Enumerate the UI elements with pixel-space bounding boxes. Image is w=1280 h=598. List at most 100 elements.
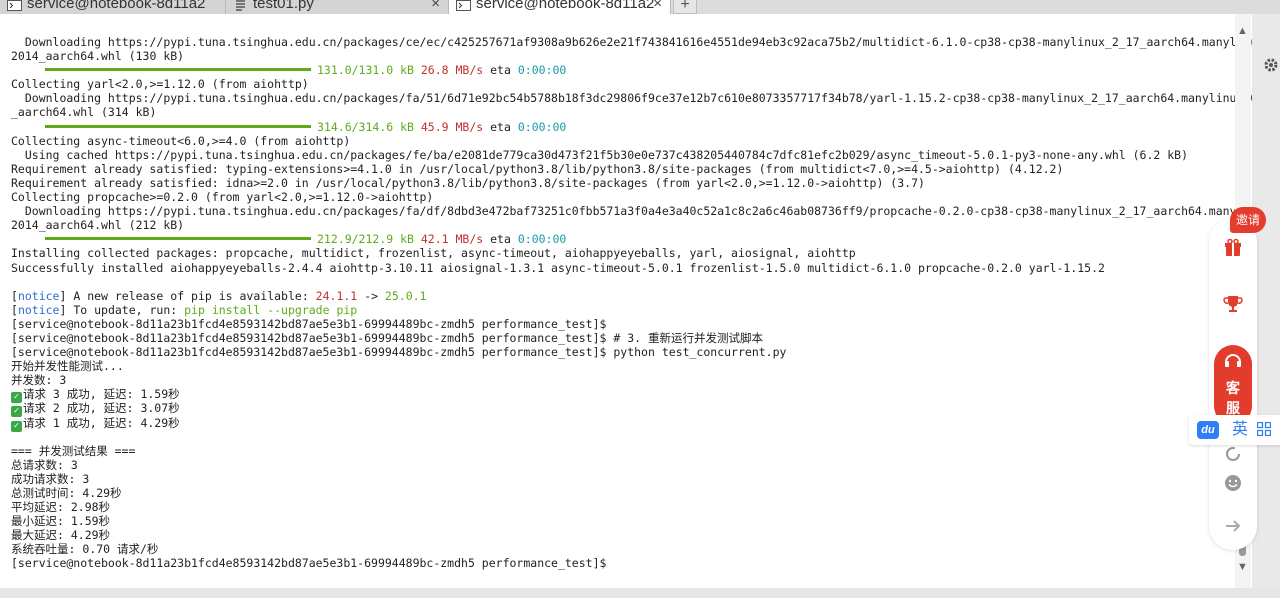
input-method-toolbar[interactable]: du 英 [1189, 415, 1280, 445]
line-text: 并发数: 3 [11, 373, 67, 388]
tab-terminal-2[interactable]: service@notebook-8d11a2 × [449, 0, 671, 14]
line-text: 系统吞吐量: 0.70 请求/秒 [11, 542, 159, 557]
progress-eta-label: eta [490, 232, 511, 247]
line-text: Successfully installed aiohappyeyeballs-… [11, 260, 1105, 275]
progress-eta-label: eta [490, 63, 511, 78]
terminal-icon [456, 0, 471, 11]
customer-service-label: 客 [1226, 380, 1240, 396]
scroll-down-icon[interactable]: ▼ [1237, 562, 1248, 573]
progress-speed: 26.8 MB/s [420, 63, 484, 78]
terminal-line: [service@notebook-8d11a23b1fcd4e8593142b… [11, 556, 1252, 570]
terminal-line: 314.6/314.6 kB 45.9 MB/s eta 0:00:00 [11, 120, 1252, 134]
terminal-line: Using cached https://pypi.tuna.tsinghua.… [11, 148, 1252, 162]
line-text: Requirement already satisfied: typing-ex… [11, 161, 1064, 176]
terminal-line: 总测试时间: 4.29秒 [11, 486, 1252, 500]
terminal-line: [service@notebook-8d11a23b1fcd4e8593142b… [11, 331, 1252, 345]
progress-size: 212.9/212.9 kB [317, 232, 414, 247]
line-text: [service@notebook-8d11a23b1fcd4e8593142b… [11, 316, 607, 331]
line-text: Downloading https://pypi.tuna.tsinghua.e… [11, 91, 1252, 106]
notice-text: A new release of pip is available: [66, 288, 316, 303]
terminal-line: 212.9/212.9 kB 42.1 MB/s eta 0:00:00 [11, 232, 1252, 246]
invite-badge[interactable]: 邀请 [1230, 207, 1266, 233]
pip-new-version: 25.0.1 [384, 288, 427, 303]
line-text: [service@notebook-8d11a23b1fcd4e8593142b… [11, 556, 607, 571]
line-text: Downloading https://pypi.tuna.tsinghua.e… [11, 204, 1252, 219]
line-text: [service@notebook-8d11a23b1fcd4e8593142b… [11, 330, 763, 345]
progress-eta: 0:00:00 [517, 63, 567, 78]
trophy-icon[interactable] [1211, 282, 1255, 326]
du-logo: du [1197, 421, 1219, 439]
line-text: Collecting async-timeout<6.0,>=4.0 (from… [11, 133, 351, 148]
terminal-line: 131.0/131.0 kB 26.8 MB/s eta 0:00:00 [11, 63, 1252, 77]
arrow-right-icon[interactable] [1211, 504, 1255, 548]
terminal-line: Downloading https://pypi.tuna.tsinghua.e… [11, 91, 1252, 105]
terminal-line: Requirement already satisfied: typing-ex… [11, 162, 1252, 176]
terminal-lines: Downloading https://pypi.tuna.tsinghua.e… [11, 35, 1252, 571]
terminal-line: Installing collected packages: propcache… [11, 246, 1252, 260]
terminal-line: 2014_aarch64.whl (130 kB) [11, 49, 1252, 63]
customer-service-icon [1225, 354, 1241, 367]
pip-old-version: 24.1.1 [315, 288, 358, 303]
check-icon: ✓ [11, 420, 22, 432]
progress-size: 131.0/131.0 kB [317, 63, 414, 78]
progress-eta: 0:00:00 [517, 119, 567, 134]
progress-speed: 42.1 MB/s [420, 232, 484, 247]
scroll-up-icon[interactable]: ▲ [1237, 26, 1248, 37]
line-text: 总测试时间: 4.29秒 [11, 486, 122, 500]
terminal-line: [notice] To update, run: pip install --u… [11, 302, 358, 317]
line-text: Requirement already satisfied: idna>=2.0… [11, 175, 925, 190]
terminal-line: ✓ 请求 2 成功, 延迟: 3.07秒 [11, 401, 1252, 418]
close-icon[interactable]: × [653, 0, 662, 12]
progress-bar [45, 124, 311, 128]
version-arrow: -> [357, 288, 385, 303]
progress-bar [45, 68, 311, 72]
progress-speed: 45.9 MB/s [420, 119, 484, 134]
pip-upgrade-command: pip install --upgrade pip [184, 302, 358, 317]
terminal-line: Downloading https://pypi.tuna.tsinghua.e… [11, 35, 1252, 49]
terminal-icon [7, 0, 22, 11]
terminal-line: ✓ 请求 3 成功, 延迟: 1.59秒 [11, 387, 1252, 404]
line-text: 2014_aarch64.whl (130 kB) [11, 49, 185, 64]
progress-eta: 0:00:00 [517, 232, 567, 247]
line-text: _aarch64.whl (314 kB) [11, 105, 157, 120]
settings-icon[interactable] [1262, 56, 1280, 74]
terminal-line: 系统吞吐量: 0.70 请求/秒 [11, 542, 1252, 556]
terminal-line: Successfully installed aiohappyeyeballs-… [11, 261, 1252, 275]
tab-terminal-1[interactable]: service@notebook-8d11a2 [0, 0, 226, 14]
notice-text: To update, run: [66, 302, 185, 317]
line-text: 平均延迟: 2.98秒 [11, 500, 111, 515]
language-toggle[interactable]: 英 [1232, 419, 1248, 441]
terminal-line: Downloading https://pypi.tuna.tsinghua.e… [11, 204, 1252, 218]
smiley-icon[interactable] [1211, 461, 1255, 505]
progress-bar [45, 237, 311, 241]
terminal-line: Requirement already satisfied: idna>=2.0… [11, 176, 1252, 190]
line-text: 最大延迟: 4.29秒 [11, 528, 111, 543]
grid-icon[interactable] [1257, 422, 1271, 436]
terminal-line: Collecting propcache>=0.2.0 (from yarl<2… [11, 190, 1252, 204]
tab-test01-py[interactable]: test01.py × [226, 0, 449, 14]
terminal-line: === 并发测试结果 === [11, 444, 1252, 458]
add-tab-button[interactable]: + [673, 0, 697, 14]
progress-eta-label: eta [490, 119, 511, 134]
file-icon [236, 0, 245, 11]
progress-size: 314.6/314.6 kB [317, 119, 414, 134]
terminal-line: 开始并发性能测试... [11, 359, 1252, 373]
line-text: Downloading https://pypi.tuna.tsinghua.e… [11, 35, 1252, 49]
status-strip [0, 588, 1280, 598]
terminal-line: 总请求数: 3 [11, 458, 1252, 472]
result-text: 请求 3 成功, 延迟: 1.59秒 [23, 387, 180, 402]
tab-label: test01.py [253, 0, 314, 12]
line-text: 开始并发性能测试... [11, 359, 124, 374]
terminal-line: [notice] A new release of pip is availab… [11, 288, 427, 303]
notice-tag: notice [17, 302, 60, 317]
line-text: === 并发测试结果 === [11, 443, 136, 458]
close-icon[interactable]: × [431, 0, 440, 12]
line-text: [service@notebook-8d11a23b1fcd4e8593142b… [11, 345, 787, 360]
line-text: Using cached https://pypi.tuna.tsinghua.… [11, 147, 1189, 162]
line-text: 2014_aarch64.whl (212 kB) [11, 218, 185, 233]
customer-service-button[interactable]: 客 服 [1214, 345, 1252, 425]
result-text: 请求 2 成功, 延迟: 3.07秒 [23, 401, 180, 416]
terminal-output[interactable]: Downloading https://pypi.tuna.tsinghua.e… [0, 14, 1252, 588]
terminal-line: _aarch64.whl (314 kB) [11, 105, 1252, 119]
